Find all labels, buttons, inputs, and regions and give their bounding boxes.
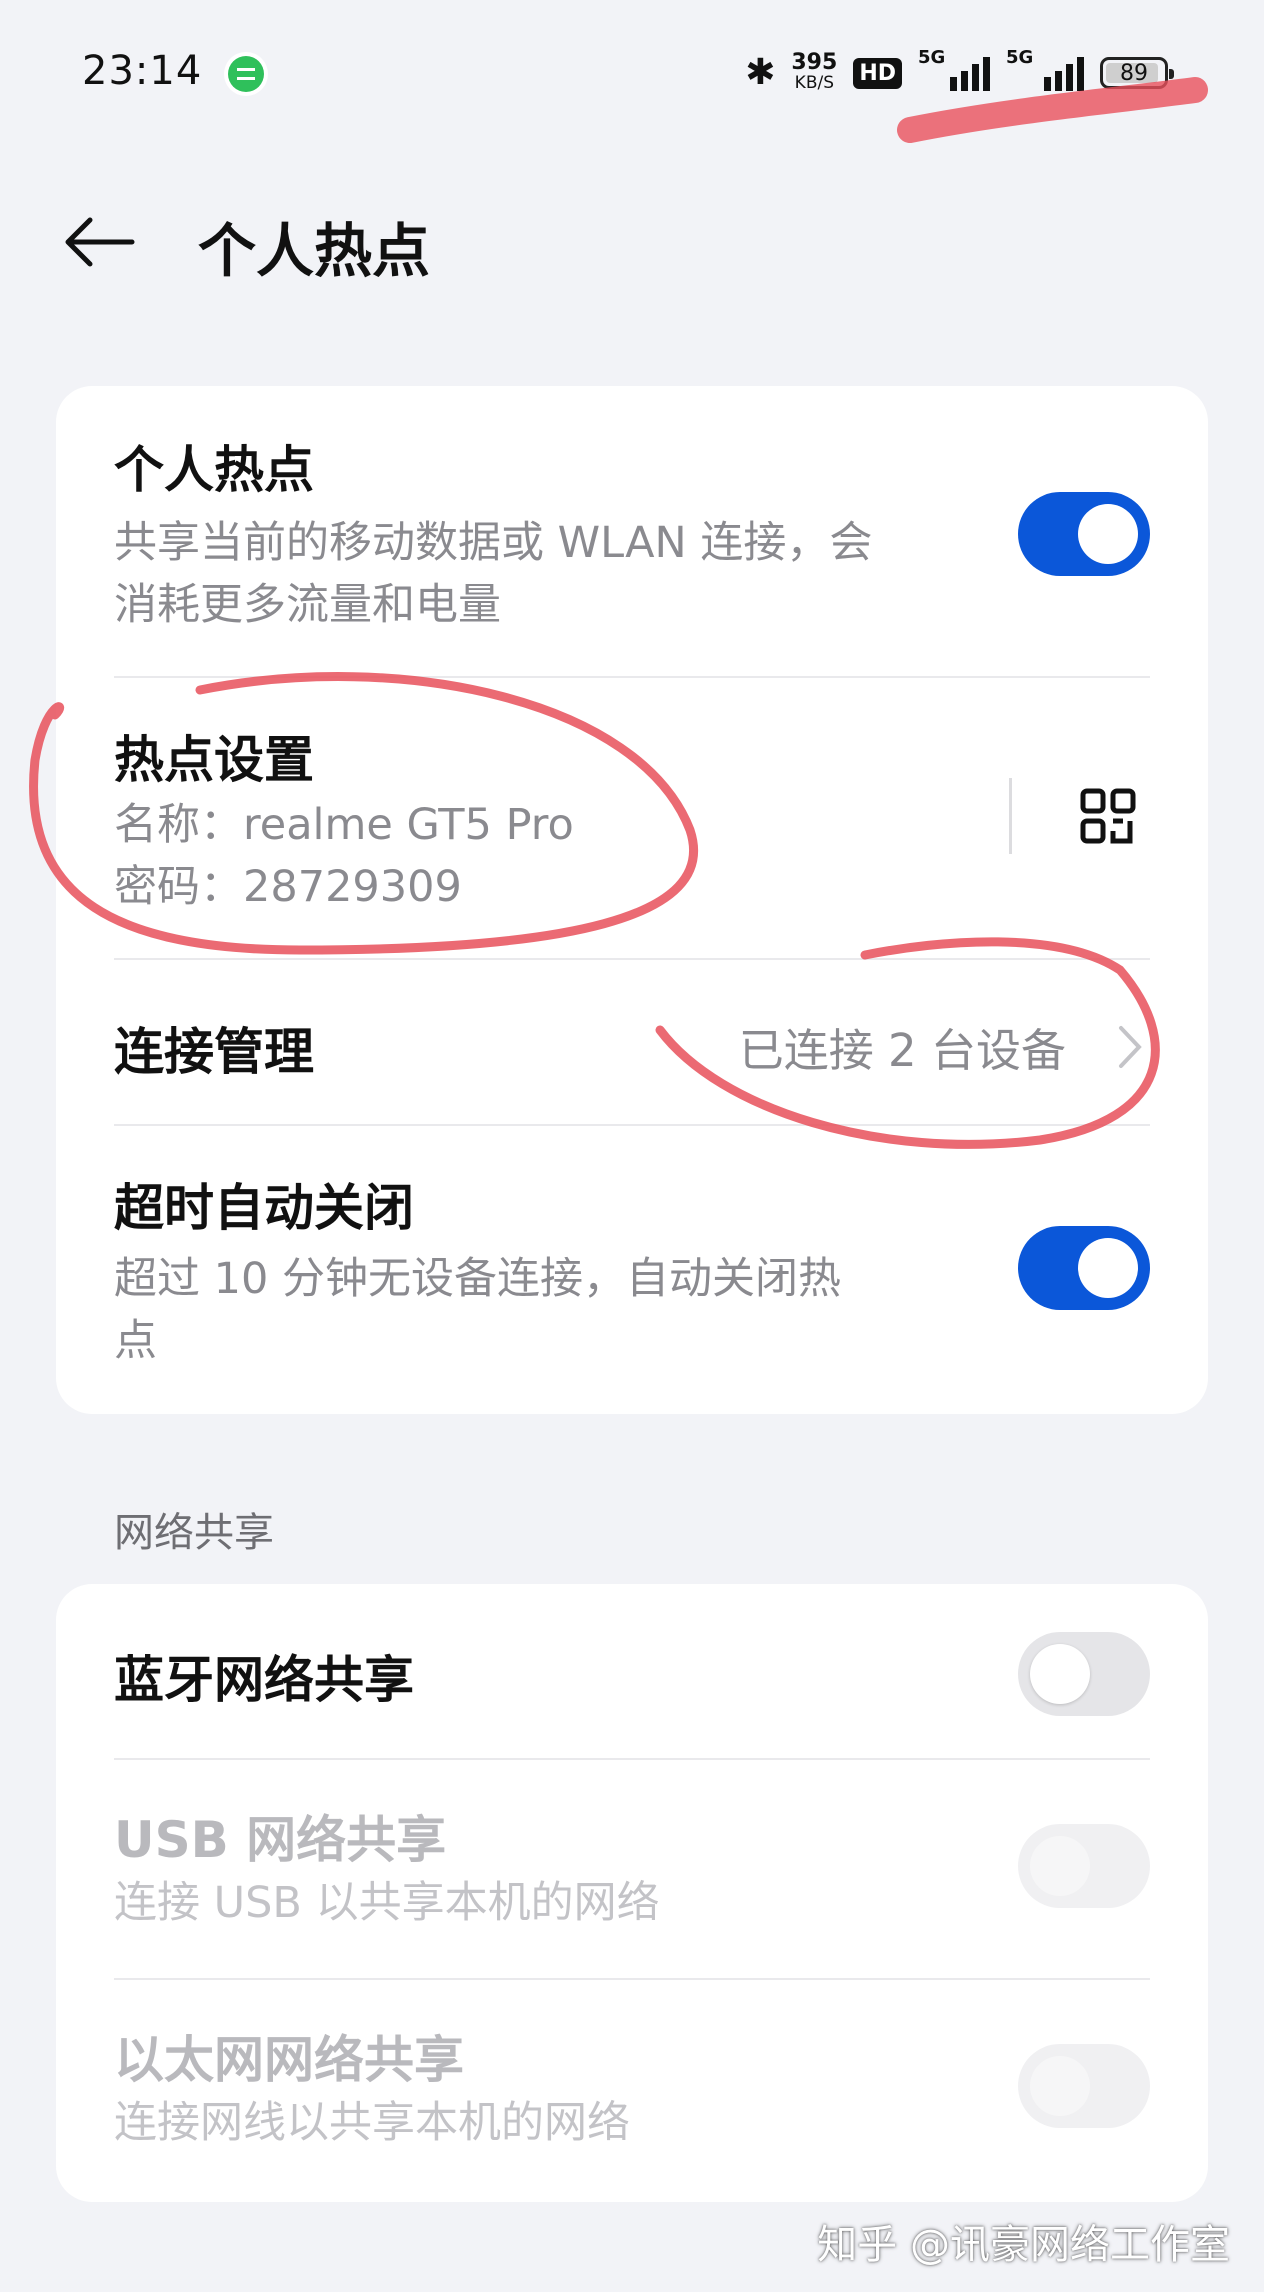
hotspot-description-line2: 消耗更多流量和电量 bbox=[114, 580, 501, 630]
speed-value: 395 bbox=[791, 50, 838, 75]
hotspot-settings-row[interactable]: 热点设置 名称：realme GT5 Pro 密码：28729309 bbox=[114, 678, 1150, 960]
network-sharing-card: 蓝牙网络共享 USB 网络共享 连接 USB 以共享本机的网络 以太网网络共享 … bbox=[56, 1584, 1208, 2202]
bluetooth-sharing-toggle[interactable] bbox=[1018, 1632, 1150, 1716]
hd-badge: HD bbox=[853, 57, 902, 89]
status-icons: ✱ 395 KB/S HD 5G 5G 89 bbox=[745, 47, 1174, 98]
hotspot-description-line1: 共享当前的移动数据或 WLAN 连接，会 bbox=[114, 518, 873, 568]
page-header: 个人热点 bbox=[0, 190, 1264, 290]
hotspot-toggle[interactable] bbox=[1018, 492, 1150, 576]
chevron-right-icon bbox=[1119, 1026, 1142, 1068]
vertical-divider bbox=[1009, 778, 1012, 854]
sim1-label: 5G bbox=[918, 47, 946, 68]
auto-off-description-line1: 超过 10 分钟无设备连接，自动关闭热 bbox=[114, 1254, 842, 1304]
hotspot-title: 个人热点 bbox=[114, 441, 314, 499]
ethernet-sharing-toggle[interactable] bbox=[1018, 2044, 1150, 2128]
connection-management-row[interactable]: 连接管理 已连接 2 台设备 bbox=[114, 960, 1150, 1126]
section-label-network-sharing: 网络共享 bbox=[114, 1510, 274, 1556]
back-arrow-icon[interactable] bbox=[60, 212, 140, 272]
hotspot-settings-title: 热点设置 bbox=[114, 731, 314, 789]
bluetooth-sharing-row[interactable]: 蓝牙网络共享 bbox=[114, 1584, 1150, 1760]
qr-code-icon[interactable] bbox=[1080, 788, 1136, 844]
auto-off-description-line2: 点 bbox=[114, 1316, 157, 1366]
bluetooth-icon: ✱ bbox=[745, 52, 776, 93]
usb-sharing-title: USB 网络共享 bbox=[114, 1811, 447, 1869]
chat-bubble-icon bbox=[228, 56, 264, 92]
ethernet-sharing-title: 以太网网络共享 bbox=[114, 2031, 464, 2089]
ethernet-sharing-row[interactable]: 以太网网络共享 连接网线以共享本机的网络 bbox=[114, 1980, 1150, 2202]
network-speed: 395 KB/S bbox=[791, 50, 838, 94]
page-title: 个人热点 bbox=[198, 217, 431, 285]
battery-level: 89 bbox=[1120, 60, 1148, 86]
ethernet-sharing-description: 连接网线以共享本机的网络 bbox=[114, 2098, 630, 2148]
usb-sharing-description: 连接 USB 以共享本机的网络 bbox=[114, 1878, 660, 1928]
auto-off-toggle[interactable] bbox=[1018, 1226, 1150, 1310]
hotspot-password: 密码：28729309 bbox=[114, 862, 462, 912]
auto-off-row[interactable]: 超时自动关闭 超过 10 分钟无设备连接，自动关闭热 点 bbox=[114, 1126, 1150, 1414]
bluetooth-sharing-title: 蓝牙网络共享 bbox=[114, 1651, 414, 1709]
hotspot-settings-card: 个人热点 共享当前的移动数据或 WLAN 连接，会 消耗更多流量和电量 热点设置… bbox=[56, 386, 1208, 1414]
watermark: 知乎 @讯豪网络工作室 bbox=[817, 2222, 1230, 2268]
hotspot-row[interactable]: 个人热点 共享当前的移动数据或 WLAN 连接，会 消耗更多流量和电量 bbox=[114, 386, 1150, 676]
status-time: 23:14 bbox=[82, 48, 203, 94]
sim2-label: 5G bbox=[1006, 47, 1034, 68]
usb-sharing-toggle[interactable] bbox=[1018, 1824, 1150, 1908]
status-bar: 23:14 ✱ 395 KB/S HD 5G 5G 89 bbox=[0, 0, 1264, 150]
usb-sharing-row[interactable]: USB 网络共享 连接 USB 以共享本机的网络 bbox=[114, 1760, 1150, 1980]
speed-unit: KB/S bbox=[794, 73, 835, 93]
battery-icon: 89 bbox=[1100, 57, 1174, 89]
connection-management-title: 连接管理 bbox=[114, 1023, 314, 1081]
connected-devices-count: 已连接 2 台设备 bbox=[738, 1024, 1066, 1077]
hotspot-name: 名称：realme GT5 Pro bbox=[114, 800, 574, 850]
auto-off-title: 超时自动关闭 bbox=[114, 1179, 414, 1237]
sim1-signal-icon: 5G bbox=[918, 47, 990, 91]
sim2-signal-icon: 5G bbox=[1006, 47, 1084, 91]
